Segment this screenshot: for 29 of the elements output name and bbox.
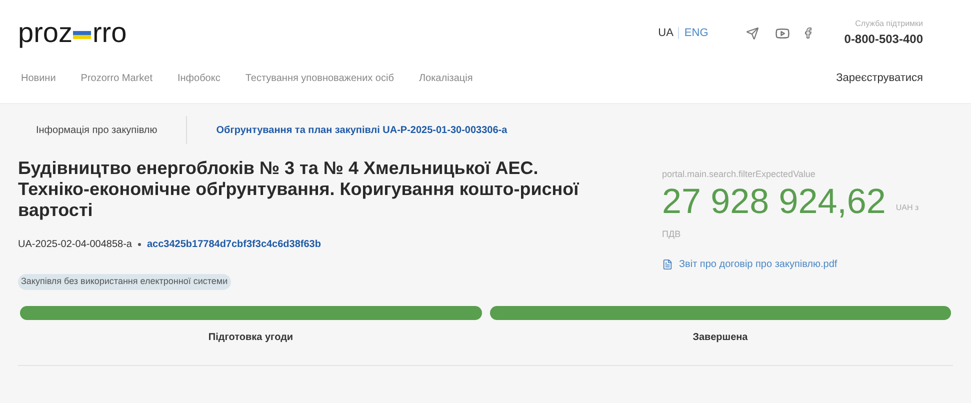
register-link[interactable]: Зареєструватися bbox=[836, 70, 923, 86]
telegram-icon[interactable] bbox=[746, 26, 760, 40]
nav-link[interactable]: Новини bbox=[21, 70, 56, 86]
tab[interactable]: Обгрунтування та план закупівлі UA-P-2025-01-30-003306-a bbox=[202, 122, 522, 138]
facebook-icon[interactable] bbox=[802, 27, 814, 39]
nav-link[interactable]: Тестування уповноважених осіб bbox=[245, 70, 394, 86]
tender-id: UA-2025-02-04-004858-a bbox=[18, 238, 132, 252]
currency-label: UAH з bbox=[896, 202, 919, 214]
stage-label: Завершена bbox=[692, 331, 748, 345]
hash-link[interactable]: acc3425b17784d7cbf3f3c4c6d38f63b bbox=[146, 237, 321, 252]
vat-label: ПДВ bbox=[662, 228, 682, 241]
document-icon bbox=[662, 259, 673, 270]
support-label: Служба підтримки bbox=[855, 18, 923, 30]
tab[interactable]: Інформація про закупівлю bbox=[22, 122, 172, 138]
language-link[interactable]: ENG bbox=[684, 24, 708, 42]
stage-label: Підготовка угоди bbox=[208, 331, 294, 345]
procurement-tag: Закупівля без використання електронної системи bbox=[18, 274, 231, 290]
prozorro-logo[interactable]: proz rro bbox=[18, 19, 127, 47]
value-label: portal.main.search.filterExpectedValue bbox=[662, 168, 816, 181]
document-link[interactable]: Звіт про договір про закупівлю.pdf bbox=[662, 257, 919, 272]
nav-link[interactable]: Локалізація bbox=[418, 70, 473, 86]
nav-link[interactable]: Інфобокс bbox=[177, 70, 220, 86]
tender-title: Будівництво енергоблоків № 3 та № 4 Хмельницької АЕС. Техніко-економічне обґрунтування. Коригування кошто-рисної вартості bbox=[18, 158, 580, 221]
youtube-icon[interactable] bbox=[775, 26, 790, 40]
language-link[interactable]: UA bbox=[658, 24, 674, 42]
expected-value: 27 928 924,62 bbox=[662, 182, 886, 222]
support-phone[interactable]: 0-800-503-400 bbox=[844, 30, 923, 48]
nav-link[interactable]: Prozorro Market bbox=[80, 70, 152, 86]
flag-icon bbox=[73, 31, 92, 39]
